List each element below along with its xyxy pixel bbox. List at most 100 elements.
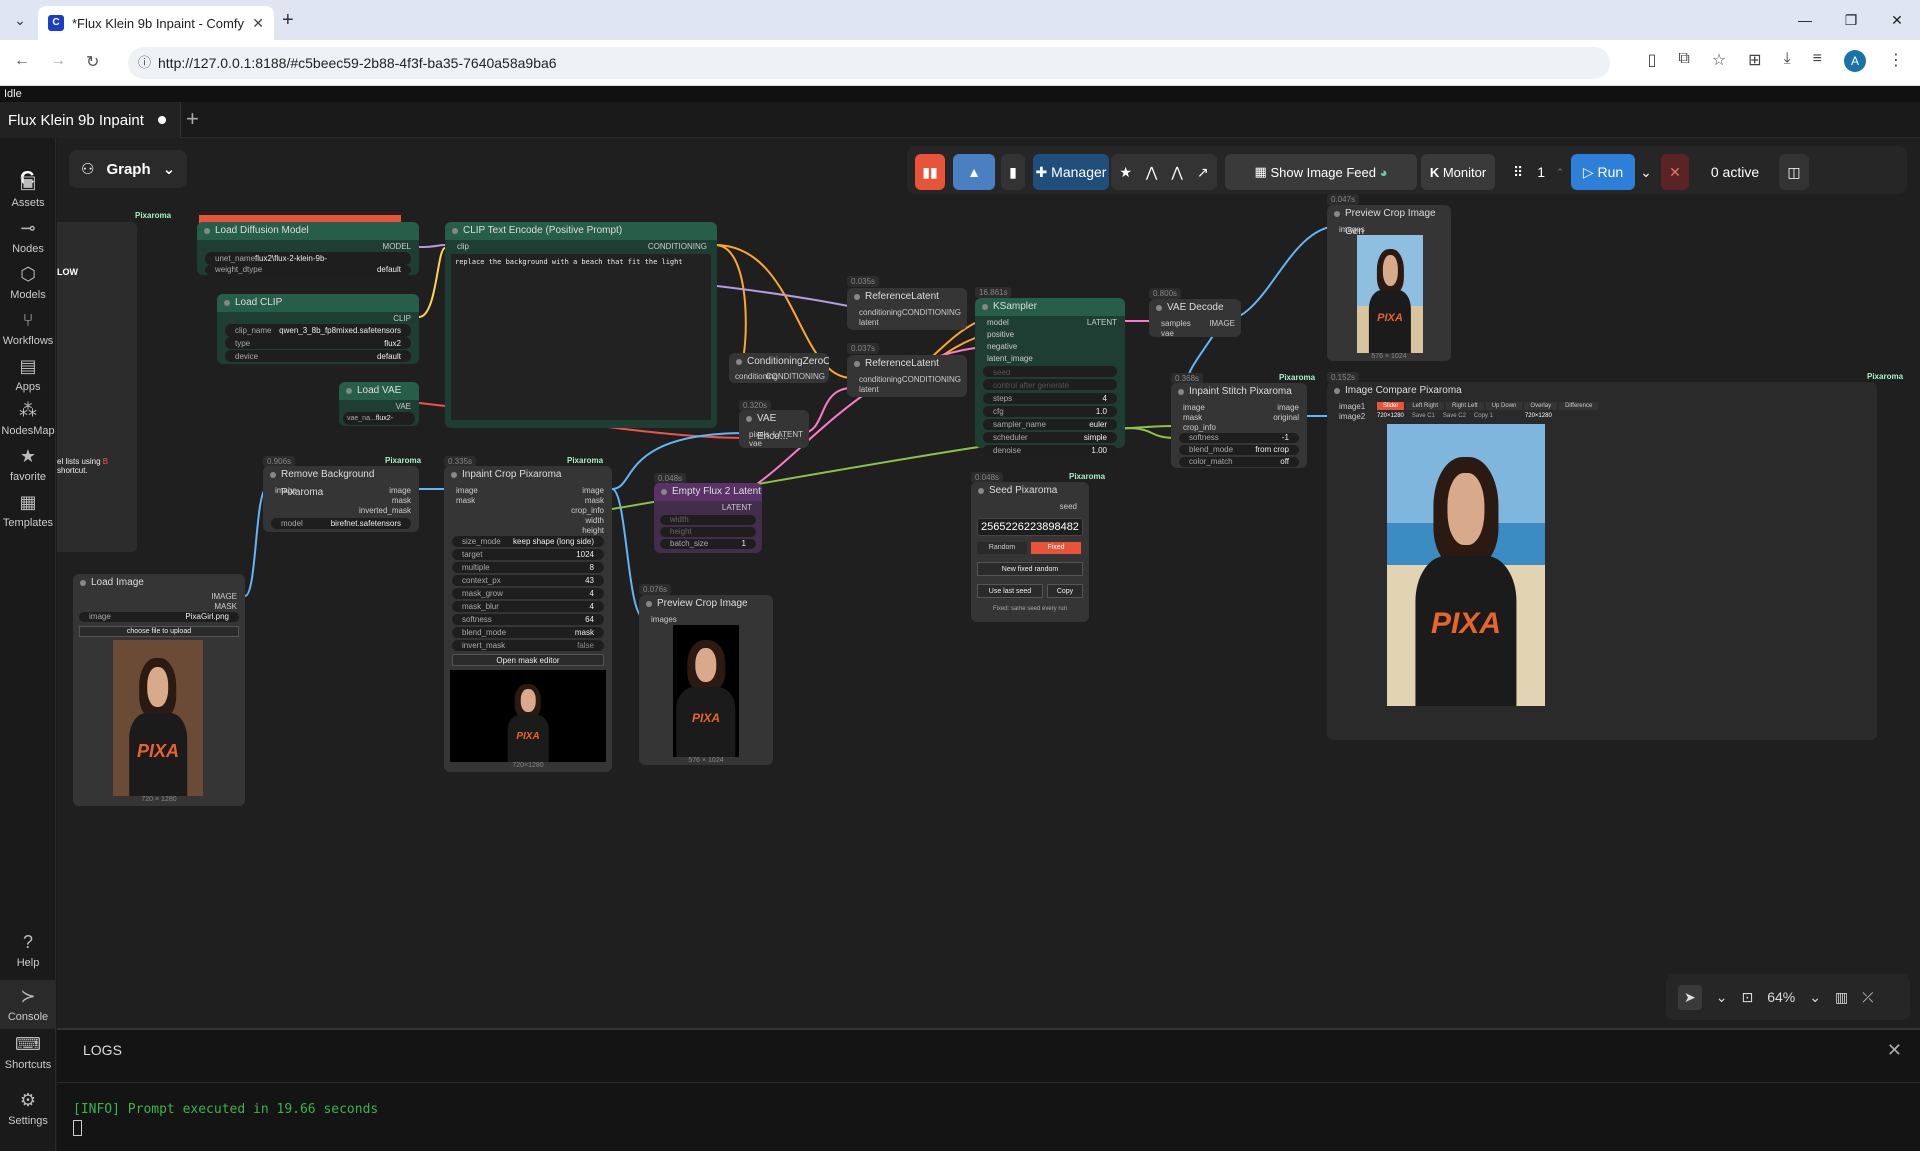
output-clip[interactable]: CLIP [393, 314, 411, 323]
input-images[interactable]: images [1339, 225, 1365, 234]
back-icon[interactable]: ← [14, 52, 30, 70]
output-image[interactable]: IMAGE [1209, 319, 1235, 328]
input-conditioning[interactable]: conditioning [859, 375, 902, 384]
target-widget[interactable]: target 1024 [452, 549, 604, 560]
prompt-textarea[interactable]: replace the background with a beach that… [451, 254, 711, 420]
scheduler-widget[interactable]: scheduler simple [983, 432, 1117, 443]
input-conditioning[interactable]: conditioning [859, 308, 902, 317]
mode-slider-button[interactable]: Slider [1377, 402, 1405, 410]
input-model[interactable]: model [987, 318, 1009, 327]
copy-button[interactable]: Copy 1 [1474, 413, 1493, 419]
output-height[interactable]: height [582, 526, 604, 535]
link-visibility-icon[interactable]: ⤫ [1862, 989, 1873, 1006]
unet-widget[interactable]: unet_nameflux2\flux-2-klein-9b-fp8mixed.… [205, 252, 411, 275]
output-conditioning[interactable]: CONDITIONING [766, 372, 825, 381]
pixaroma-icon[interactable]: ▲ [953, 154, 995, 190]
window-close-icon[interactable]: ✕ [1874, 0, 1920, 40]
input-vae[interactable]: vae [1161, 329, 1174, 337]
zoom-level[interactable]: 64% [1767, 989, 1795, 1005]
cfg-widget[interactable]: cfg 1.0 [983, 406, 1117, 417]
group-panel[interactable]: LOW el lists using B shortcut. [57, 222, 137, 552]
select-tool-icon[interactable]: ➤ [1678, 984, 1702, 1010]
output-model[interactable]: MODEL [383, 242, 411, 251]
input-latent-image[interactable]: latent_image [987, 354, 1033, 363]
preview-crop-image-gen-node[interactable]: Preview Crop Image Gen images PIXA 576 ×… [1327, 205, 1451, 361]
preview-crop-image-node[interactable]: Preview Crop Image images PIXA 576 × 102… [639, 595, 773, 765]
profile-avatar[interactable]: A [1844, 50, 1866, 72]
audio-icon[interactable]: ▮▮ [915, 154, 945, 190]
media-icon[interactable]: ≡ [1813, 50, 1822, 72]
download-icon[interactable]: ⤓ [1784, 50, 1791, 72]
sidebar-item-settings[interactable]: ⚙ Settings [0, 1090, 56, 1127]
fit-view-icon[interactable]: ⊡ [1741, 989, 1753, 1006]
show-image-feed-button[interactable]: ▦ Show Image Feed ◕ [1225, 154, 1417, 190]
height-widget[interactable]: height [660, 527, 756, 537]
sidebar-item-nodes[interactable]: ⊸ Nodes [0, 218, 56, 255]
input-image[interactable]: image [275, 486, 297, 495]
output-image[interactable]: IMAGE [211, 592, 237, 601]
compare-image[interactable]: PIXA [1387, 424, 1545, 706]
output-original[interactable]: original [1273, 413, 1299, 422]
tab-search-icon[interactable]: ⌄ [8, 8, 32, 32]
forward-icon[interactable]: → [50, 52, 66, 70]
size-mode-widget[interactable]: size_mode keep shape (long side) [452, 536, 604, 547]
copy-seed-button[interactable]: Copy [1047, 584, 1083, 598]
steps-widget[interactable]: steps 4 [983, 393, 1117, 404]
close-logs-icon[interactable]: ✕ [1887, 1040, 1902, 1061]
mode-overlay-button[interactable]: Overlay [1524, 402, 1558, 410]
output-mask[interactable]: MASK [214, 602, 237, 611]
output-seed[interactable]: seed [1060, 502, 1077, 511]
output-latent[interactable]: LATENT [1087, 318, 1117, 327]
mode-left-right-button[interactable]: Left Right [1406, 402, 1445, 410]
new-fixed-random-button[interactable]: New fixed random [977, 562, 1083, 576]
sidebar-item-assets[interactable]: ▣ Assets [0, 172, 56, 209]
queue-count[interactable]: ⠿ 1 [1499, 154, 1559, 190]
clip-type-widget[interactable]: type flux2 [225, 337, 411, 349]
vae-encode-node[interactable]: VAE Enco... pixels LATENT vae [739, 410, 809, 448]
input-pixels[interactable]: pixels [749, 430, 769, 439]
output-width[interactable]: width [585, 516, 604, 525]
dtype-widget[interactable]: weight_dtype default [205, 265, 411, 275]
fixed-button[interactable]: Fixed [1031, 542, 1081, 554]
install-icon[interactable]: ⧉ [1678, 50, 1689, 72]
input-mask[interactable]: mask [1183, 413, 1202, 422]
stepper-icon[interactable]: ⌃ [1553, 154, 1567, 190]
restore-icon[interactable]: ❐ [1828, 0, 1874, 40]
save-c1-button[interactable]: Save C1 [1412, 413, 1435, 419]
browser-tab[interactable]: C *Flux Klein 9b Inpaint - ComfyU ✕ [38, 6, 274, 40]
output-image[interactable]: image [389, 486, 411, 495]
batch-size-widget[interactable]: batch_size 1 [660, 539, 756, 549]
use-last-seed-button[interactable]: Use last seed [977, 584, 1043, 598]
bookmark-icon[interactable]: ▮ [1001, 154, 1025, 190]
mode-right-left-button[interactable]: Right Left [1446, 402, 1484, 410]
input-image[interactable]: image [456, 486, 478, 495]
softness-widget[interactable]: softness -1 [1179, 433, 1299, 443]
run-options-icon[interactable]: ⌄ [1637, 154, 1655, 190]
mask-grow-widget[interactable]: mask_grow 4 [452, 588, 604, 599]
control-after-generate-widget[interactable]: control after generate [983, 379, 1117, 390]
output-conditioning[interactable]: CONDITIONING [648, 242, 707, 251]
site-info-icon[interactable]: ⓘ [138, 47, 151, 79]
seed-node[interactable]: Seed Pixaroma seed 2565226223898482 Rand… [971, 482, 1089, 622]
clip-name-widget[interactable]: clip_name qwen_3_8b_fp8mixed.safetensors [225, 324, 411, 337]
input-latent[interactable]: latent [859, 385, 879, 394]
blend-mode-widget[interactable]: blend_mode mask [452, 627, 604, 638]
graph-canvas[interactable]: ⚇ Graph ⌄ ▮▮ ▲ ▮ ✚ Manager ★ ⋀ ⋀ ↗ ▦ Show Ima… [57, 138, 1920, 1028]
image-compare-node[interactable]: Image Compare Pixaroma image1 image2 Sli… [1327, 382, 1877, 740]
output-vae[interactable]: VAE [396, 402, 411, 411]
image-select-widget[interactable]: image PixaGirl.png [79, 612, 239, 622]
width-widget[interactable]: width [660, 515, 756, 525]
save-c2-button[interactable]: Save C2 [1443, 413, 1466, 419]
minimap-icon[interactable]: ▥ [1835, 989, 1848, 1006]
active-queue[interactable]: 0 active [1697, 154, 1773, 190]
model-widget[interactable]: model birefnet.safetensors [271, 518, 411, 529]
sidebar-item-console[interactable]: ≻ Console [0, 980, 56, 1029]
star-icon[interactable]: ★ [1119, 164, 1132, 181]
context-px-widget[interactable]: context_px 43 [452, 575, 604, 586]
zoom-dropdown-icon[interactable]: ⌄ [1809, 989, 1821, 1006]
minimize-icon[interactable]: — [1782, 0, 1828, 40]
sidebar-item-shortcuts[interactable]: ⌨ Shortcuts [0, 1034, 56, 1071]
input-latent[interactable]: latent [859, 318, 879, 327]
output-inverted-mask[interactable]: inverted_mask [359, 506, 411, 515]
seed-value-field[interactable]: 2565226223898482 [977, 518, 1083, 536]
